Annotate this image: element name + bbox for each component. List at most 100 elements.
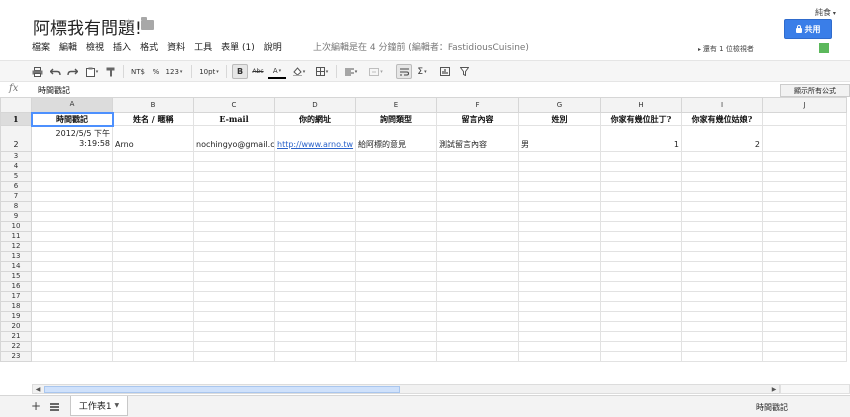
empty-cell[interactable] [31,251,113,262]
empty-cell[interactable] [518,161,601,172]
row-number[interactable]: 6 [0,181,32,192]
merge-cells-icon[interactable] [366,64,386,79]
last-edit-status[interactable]: 上次編輯是在 4 分鐘前 (編輯者：FastidiousCuisine) [313,40,529,53]
empty-cell[interactable] [436,171,519,182]
row-number[interactable]: 20 [0,321,32,332]
empty-cell[interactable] [681,241,763,252]
empty-cell[interactable] [762,301,847,312]
empty-cell[interactable] [681,211,763,222]
empty-cell[interactable] [518,211,601,222]
empty-cell[interactable] [112,211,194,222]
empty-cell[interactable] [112,331,194,342]
empty-cell[interactable] [681,271,763,282]
empty-cell[interactable] [355,201,437,212]
empty-cell[interactable] [31,321,113,332]
empty-cell[interactable] [436,341,519,352]
empty-cell[interactable] [762,221,847,232]
empty-cell[interactable] [355,221,437,232]
empty-cell[interactable] [193,331,275,342]
cell-j2[interactable] [762,125,847,152]
empty-cell[interactable] [193,311,275,322]
empty-cell[interactable] [193,161,275,172]
empty-cell[interactable] [31,211,113,222]
empty-cell[interactable] [112,161,194,172]
empty-cell[interactable] [355,251,437,262]
empty-cell[interactable] [31,311,113,322]
empty-cell[interactable] [436,191,519,202]
empty-cell[interactable] [112,291,194,302]
empty-cell[interactable] [31,231,113,242]
row-number[interactable]: 9 [0,211,32,222]
empty-cell[interactable] [518,261,601,272]
empty-cell[interactable] [681,311,763,322]
empty-cell[interactable] [112,241,194,252]
empty-cell[interactable] [762,241,847,252]
empty-cell[interactable] [600,351,682,362]
empty-cell[interactable] [193,231,275,242]
row-number[interactable]: 4 [0,161,32,172]
menu-form[interactable]: 表單 (1) [221,40,255,53]
empty-cell[interactable] [193,221,275,232]
empty-cell[interactable] [31,301,113,312]
empty-cell[interactable] [518,281,601,292]
empty-cell[interactable] [112,151,194,162]
empty-cell[interactable] [31,241,113,252]
empty-cell[interactable] [681,331,763,342]
column-header-c[interactable]: C [193,97,275,113]
empty-cell[interactable] [31,171,113,182]
row-number[interactable]: 17 [0,291,32,302]
menu-file[interactable]: 檔案 [32,40,50,53]
row-number[interactable]: 14 [0,261,32,272]
empty-cell[interactable] [518,171,601,182]
empty-cell[interactable] [681,321,763,332]
cell-b2[interactable]: Arno [112,125,194,152]
menu-data[interactable]: 資料 [167,40,185,53]
empty-cell[interactable] [436,271,519,282]
column-header-i[interactable]: I [681,97,763,113]
empty-cell[interactable] [600,321,682,332]
empty-cell[interactable] [518,151,601,162]
empty-cell[interactable] [355,231,437,242]
empty-cell[interactable] [600,191,682,202]
empty-cell[interactable] [193,261,275,272]
empty-cell[interactable] [274,201,356,212]
row-number[interactable]: 1 [0,112,32,126]
empty-cell[interactable] [762,321,847,332]
empty-cell[interactable] [355,271,437,282]
paint-format-icon[interactable] [104,64,118,79]
row-number[interactable]: 10 [0,221,32,232]
text-color-button[interactable]: A [268,64,286,79]
empty-cell[interactable] [762,271,847,282]
paste-icon[interactable] [83,64,101,79]
menu-view[interactable]: 檢視 [86,40,104,53]
empty-cell[interactable] [762,341,847,352]
empty-cell[interactable] [518,301,601,312]
percent-format-button[interactable]: % [150,64,162,79]
scrollbar-thumb[interactable] [44,386,400,393]
empty-cell[interactable] [681,251,763,262]
column-header-b[interactable]: B [112,97,194,113]
empty-cell[interactable] [112,351,194,362]
empty-cell[interactable] [681,341,763,352]
empty-cell[interactable] [600,341,682,352]
cell-d1[interactable]: 你的網址 [274,112,356,126]
menu-tools[interactable]: 工具 [194,40,212,53]
empty-cell[interactable] [436,311,519,322]
empty-cell[interactable] [681,261,763,272]
empty-cell[interactable] [436,301,519,312]
row-number[interactable]: 12 [0,241,32,252]
row-number[interactable]: 11 [0,231,32,242]
row-number[interactable]: 2 [0,125,32,152]
empty-cell[interactable] [193,151,275,162]
empty-cell[interactable] [193,251,275,262]
empty-cell[interactable] [762,261,847,272]
empty-cell[interactable] [600,251,682,262]
insert-chart-icon[interactable] [437,64,453,79]
empty-cell[interactable] [762,281,847,292]
empty-cell[interactable] [600,261,682,272]
empty-cell[interactable] [600,311,682,322]
horizontal-scrollbar[interactable]: ◀ ▶ [32,384,780,394]
show-all-formulas-button[interactable]: 顯示所有公式 [780,84,850,97]
empty-cell[interactable] [274,351,356,362]
empty-cell[interactable] [762,161,847,172]
